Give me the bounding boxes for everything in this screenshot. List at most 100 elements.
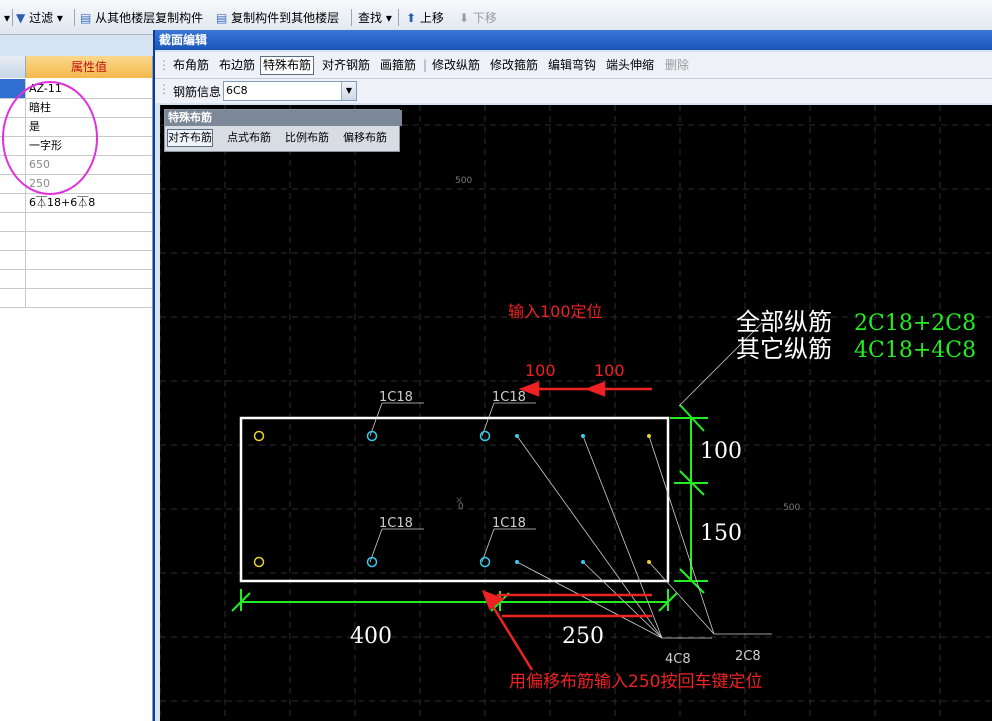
leader-line	[516, 435, 663, 639]
dialog-title: 截面编辑	[155, 30, 992, 50]
highlight-circle	[2, 81, 98, 195]
chevron-down-icon[interactable]: ▼	[341, 82, 356, 100]
dialog-toolbar: ⋮ 布角筋 布边筋 特殊布筋 对齐钢筋 画箍筋 | 修改纵筋 修改箍筋 编辑弯钩…	[155, 52, 992, 79]
find-button[interactable]: 查找 ▾	[358, 9, 392, 27]
rebar-point	[515, 434, 519, 438]
copy-to-icon: ▤	[216, 11, 228, 25]
edge-rebar-button[interactable]: 布边筋	[219, 57, 255, 74]
offset-label: 100	[594, 361, 625, 380]
property-row[interactable]	[0, 288, 152, 308]
all-rebar-label: 全部纵筋	[736, 308, 832, 336]
toolbar-separator: |	[423, 58, 428, 72]
filter-label: 过滤	[29, 11, 54, 25]
other-rebar-label: 其它纵筋	[736, 335, 832, 363]
origin-cross: ×	[455, 495, 463, 506]
dropdown-arrow-icon[interactable]: ▾	[4, 9, 10, 27]
corner-rebar-button[interactable]: 布角筋	[173, 57, 209, 74]
arrow-up-icon: ⬆	[406, 11, 417, 25]
row-header[interactable]	[0, 250, 26, 269]
align-rebar-button[interactable]: 对齐钢筋	[322, 57, 370, 74]
point-layout-button[interactable]: 点式布筋	[227, 130, 271, 146]
toolbar-separator	[74, 9, 75, 26]
filter-icon: ▼	[16, 11, 26, 25]
bar-label-4c8: 4C8	[665, 652, 691, 667]
filter-button[interactable]: ▼ 过滤 ▾	[16, 9, 63, 27]
grid-label: 500	[783, 503, 800, 513]
dimension-label-250: 250	[562, 624, 604, 649]
property-row[interactable]	[0, 269, 152, 289]
bar-label: 1C18	[379, 516, 413, 531]
toolbar-grip-icon: ⋮	[158, 82, 170, 96]
chevron-down-icon: ▾	[56, 11, 63, 25]
highlight-ellipse	[2, 81, 98, 195]
special-rebar-button[interactable]: 特殊布筋	[260, 56, 315, 75]
bar-label-2c8: 2C8	[735, 649, 761, 664]
rebar-point	[253, 556, 265, 568]
copy-from-floor-button[interactable]: ▤ 从其他楼层复制构件	[80, 9, 203, 27]
row-header[interactable]	[0, 288, 26, 307]
arrow-head	[584, 381, 606, 397]
delete-button[interactable]: 删除	[665, 57, 689, 74]
dimension-label-150: 150	[700, 521, 742, 546]
copy-to-floor-button[interactable]: ▤ 复制构件到其他楼层	[216, 9, 339, 27]
rebar-info-select[interactable]: 6C8 ▼	[223, 81, 357, 101]
row-header[interactable]	[0, 212, 26, 231]
drawing-canvas[interactable]: 500 0 500 × 输入100定位 100 100 全部纵筋 2C18+2C…	[160, 105, 992, 721]
move-up-button[interactable]: ⬆ 上移	[406, 9, 444, 27]
all-rebar-value: 2C18+2C8	[854, 311, 976, 336]
chevron-down-icon: ▾	[385, 11, 392, 25]
modify-longitudinal-button[interactable]: 修改纵筋	[432, 57, 480, 74]
rebar-point	[366, 430, 378, 442]
rebar-points	[253, 430, 651, 568]
row-header[interactable]	[0, 269, 26, 288]
instruction-bottom: 用偏移布筋输入250按回车键定位	[509, 672, 762, 692]
other-rebar-value: 4C18+4C8	[854, 338, 976, 363]
align-layout-button[interactable]: 对齐布筋	[167, 129, 213, 147]
move-down-button[interactable]: ⬇ 下移	[459, 9, 497, 27]
property-row[interactable]	[0, 231, 152, 251]
rebar-point	[581, 434, 585, 438]
rebar-point	[647, 434, 651, 438]
ratio-layout-button[interactable]: 比例布筋	[285, 130, 329, 146]
bar-label: 1C18	[492, 516, 526, 531]
rebar-info-bar: ⋮ 钢筋信息 6C8 ▼	[155, 79, 992, 103]
property-grid: 属性值 AZ-11 暗柱是一字形 650 250 6⏄18+6⏄8	[0, 56, 153, 721]
move-down-label: 下移	[472, 11, 497, 25]
modify-stirrup-button[interactable]: 修改箍筋	[490, 57, 538, 74]
arrow-down-icon: ⬇	[459, 11, 470, 25]
leader-lines	[369, 322, 772, 639]
edit-hook-button[interactable]: 编辑弯钩	[548, 57, 596, 74]
row-header[interactable]	[0, 231, 26, 250]
toolbar-grip-icon: ⋮	[158, 58, 170, 72]
move-up-label: 上移	[419, 11, 444, 25]
rebar-info-value: 6C8	[226, 84, 248, 97]
property-row[interactable]	[0, 250, 152, 270]
draw-stirrup-button[interactable]: 画箍筋	[380, 57, 416, 74]
rebar-point	[366, 556, 378, 568]
find-label: 查找	[358, 11, 383, 25]
copy-from-label: 从其他楼层复制构件	[95, 11, 204, 25]
toolbar-separator	[12, 9, 13, 26]
property-row[interactable]	[0, 212, 152, 232]
toolbar-separator	[398, 9, 399, 26]
offset-label: 100	[525, 361, 556, 380]
rebar-info-label: 钢筋信息	[173, 85, 222, 99]
grid-label: 500	[455, 176, 472, 186]
special-rebar-panel: 特殊布筋 对齐布筋 点式布筋 比例布筋 偏移布筋	[164, 109, 402, 152]
instruction-top: 输入100定位	[508, 302, 603, 321]
section-edit-dialog: 截面编辑 ⋮ 布角筋 布边筋 特殊布筋 对齐钢筋 画箍筋 | 修改纵筋 修改箍筋…	[153, 30, 992, 721]
special-rebar-panel-title: 特殊布筋	[165, 110, 402, 126]
offset-layout-button[interactable]: 偏移布筋	[343, 130, 387, 146]
rebar-point	[253, 430, 265, 442]
rebar-point	[647, 560, 651, 564]
copy-from-icon: ▤	[80, 11, 92, 25]
end-stretch-button[interactable]: 端头伸缩	[606, 57, 654, 74]
rebar-point	[581, 560, 585, 564]
dimension-label-100: 100	[700, 439, 742, 464]
rebar-point	[515, 560, 519, 564]
toolbar-separator	[351, 9, 352, 26]
bar-label: 1C18	[492, 390, 526, 405]
bar-label: 1C18	[379, 390, 413, 405]
dimension-label-400: 400	[350, 624, 392, 649]
section-drawing: 500 0 500 × 输入100定位 100 100 全部纵筋 2C18+2C…	[160, 105, 992, 721]
